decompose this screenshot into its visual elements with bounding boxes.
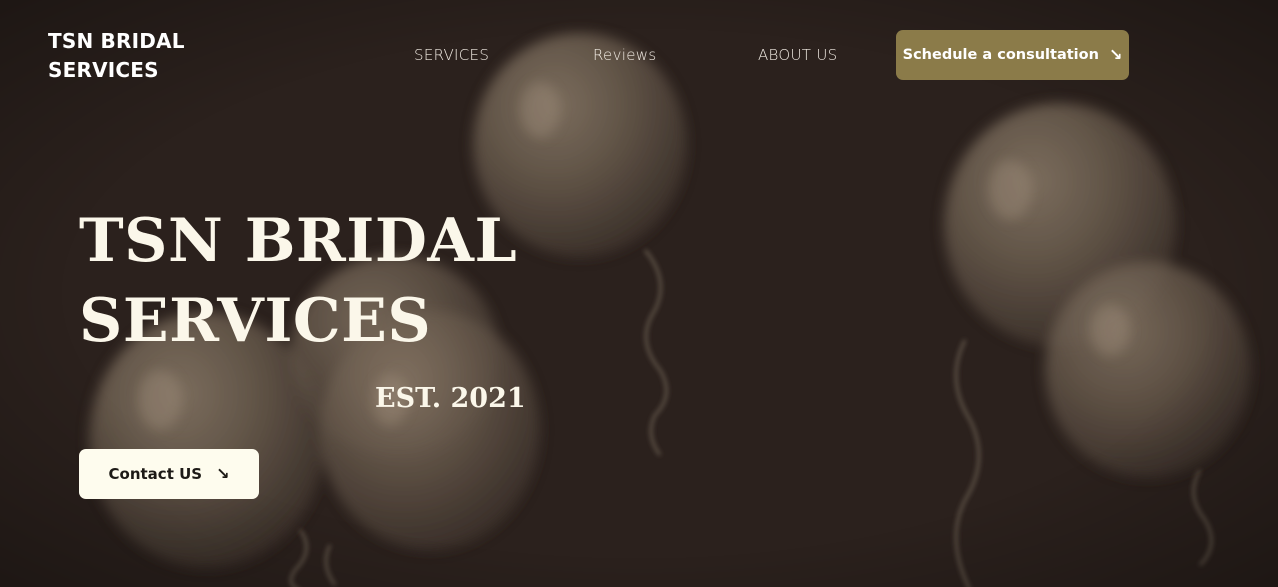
- hero-title-line-1: TSN BRIDAL: [79, 206, 518, 276]
- hero-title: TSN BRIDAL SERVICES: [79, 201, 599, 361]
- brand-logo[interactable]: TSN BRIDAL SERVICES: [48, 27, 248, 85]
- hero-section: TSN BRIDAL SERVICES SERVICES Reviews ABO…: [0, 0, 1278, 587]
- schedule-consultation-button[interactable]: Schedule a consultation ↘: [896, 30, 1129, 80]
- nav-about-link[interactable]: ABOUT US: [758, 45, 837, 65]
- arrow-down-right-icon: ↘: [1108, 45, 1123, 64]
- nav-reviews-link[interactable]: Reviews: [593, 45, 656, 65]
- contact-us-button[interactable]: Contact US ↘: [79, 449, 259, 499]
- contact-us-label: Contact US: [108, 465, 203, 483]
- hero-title-line-2: SERVICES: [79, 286, 432, 356]
- brand-line-2: SERVICES: [48, 58, 159, 82]
- arrow-down-right-icon: ↘: [216, 464, 230, 483]
- nav-services-link[interactable]: SERVICES: [414, 45, 489, 65]
- brand-line-1: TSN BRIDAL: [48, 29, 185, 53]
- established-text: EST. 2021: [375, 383, 526, 414]
- schedule-consultation-label: Schedule a consultation: [902, 47, 1099, 63]
